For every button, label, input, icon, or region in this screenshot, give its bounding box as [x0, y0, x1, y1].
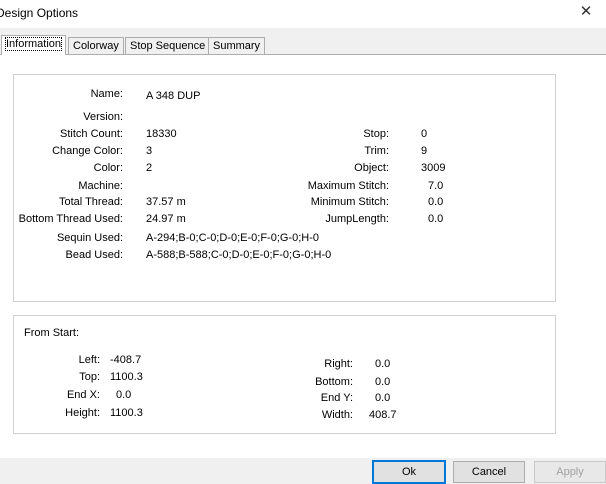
end-x-label: End X:	[66, 389, 100, 401]
end-x-value: 0.0	[116, 389, 132, 401]
machine-label: Machine:	[78, 180, 123, 192]
width-value: 408.7	[369, 409, 397, 421]
bead-used-value: A-588;B-588;C-0;D-0;E-0;F-0;G-0;H-0	[146, 249, 332, 261]
total-thread-value: 37.57 m	[146, 196, 186, 208]
min-stitch-label: Minimum Stitch:	[310, 196, 389, 208]
left-label: Left:	[78, 354, 100, 366]
version-label: Version:	[83, 111, 123, 123]
right-value: 0.0	[375, 358, 391, 370]
jump-length-label: JumpLength:	[325, 213, 389, 225]
apply-button[interactable]: Apply	[534, 461, 606, 483]
ok-button[interactable]: Ok	[372, 460, 446, 484]
bottom-label: Bottom:	[315, 376, 353, 388]
height-label: Height:	[65, 407, 100, 419]
tab-stop-sequence[interactable]: Stop Sequence	[125, 37, 211, 54]
top-label: Top:	[79, 371, 100, 383]
bottom-value: 0.0	[375, 376, 391, 388]
stitch-count-value: 18330	[146, 128, 177, 140]
left-value: -408.7	[110, 354, 142, 366]
end-y-value: 0.0	[375, 392, 391, 404]
cancel-button[interactable]: Cancel	[453, 461, 525, 483]
jump-length-value: 0.0	[428, 213, 444, 225]
change-color-label: Change Color:	[52, 145, 123, 157]
name-label: Name:	[90, 88, 123, 100]
sequin-used-value: A-294;B-0;C-0;D-0;E-0;F-0;G-0;H-0	[146, 232, 319, 244]
max-stitch-label: Maximum Stitch:	[307, 180, 389, 192]
color-label: Color:	[93, 162, 123, 174]
width-label: Width:	[321, 409, 353, 421]
change-color-value: 3	[146, 145, 153, 157]
object-value: 3009	[421, 162, 446, 174]
bottom-thread-value: 24.97 m	[146, 213, 186, 225]
right-label: Right:	[324, 358, 353, 370]
tab-colorway[interactable]: Colorway	[68, 37, 124, 54]
max-stitch-value: 7.0	[428, 180, 444, 192]
window-title: Design Options	[0, 6, 79, 20]
stitch-count-label: Stitch Count:	[60, 128, 123, 140]
min-stitch-value: 0.0	[428, 196, 444, 208]
top-value: 1100.3	[110, 371, 143, 383]
end-y-label: End Y:	[320, 392, 353, 404]
name-value: A 348 DUP	[146, 90, 201, 102]
stop-label: Stop:	[363, 128, 389, 140]
trim-label: Trim:	[364, 145, 389, 157]
tab-information[interactable]: Information	[1, 35, 67, 55]
stop-value: 0	[421, 128, 428, 140]
bead-used-label: Bead Used:	[65, 249, 123, 261]
from-start-title: From Start:	[24, 327, 80, 339]
bottom-thread-label: Bottom Thread Used:	[18, 213, 123, 225]
total-thread-label: Total Thread:	[58, 196, 123, 208]
tab-summary[interactable]: Summary	[208, 37, 266, 54]
close-icon[interactable]: ✕	[576, 2, 596, 22]
trim-value: 9	[421, 145, 428, 157]
color-value: 2	[146, 162, 153, 174]
height-value: 1100.3	[110, 407, 143, 419]
object-label: Object:	[354, 162, 389, 174]
title-bar: Design Options ✕	[0, 0, 606, 28]
sequin-used-label: Sequin Used:	[56, 232, 123, 244]
